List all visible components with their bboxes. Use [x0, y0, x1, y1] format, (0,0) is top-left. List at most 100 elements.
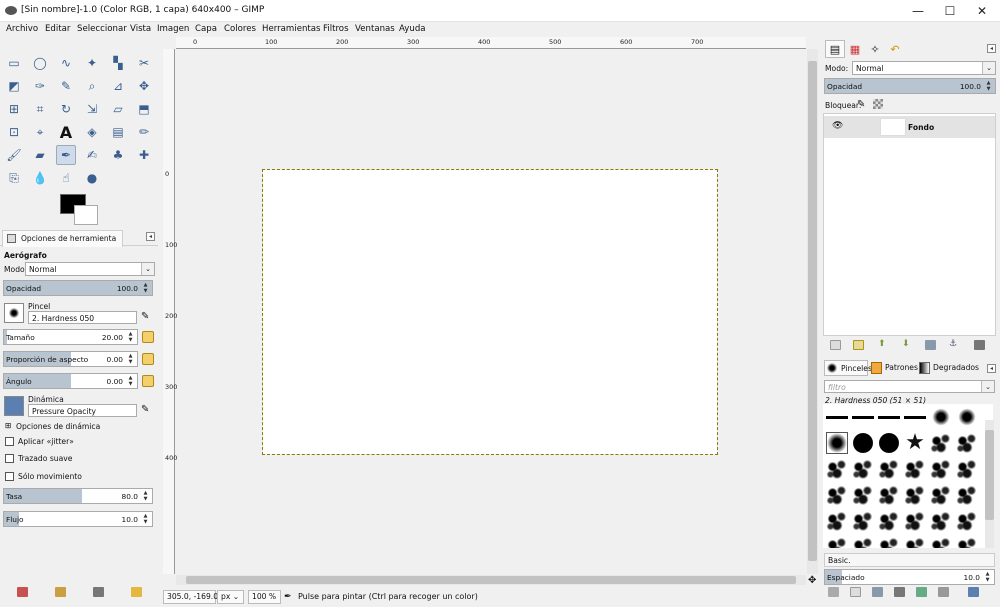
menu-filtros[interactable]: Filtros: [323, 24, 349, 34]
crop-icon[interactable]: ⌗: [30, 99, 50, 119]
close-button[interactable]: ✕: [966, 0, 998, 22]
panel-menu-icon[interactable]: ◂: [146, 232, 155, 241]
background-color-swatch[interactable]: [74, 205, 98, 225]
brush-thumbnail[interactable]: [852, 484, 874, 506]
rate-spin-icon[interactable]: ▲ ▼: [141, 490, 150, 502]
brush-thumbnail[interactable]: [956, 406, 978, 428]
brush-thumbnail[interactable]: [878, 458, 900, 480]
anchor-layer-icon[interactable]: ⚓: [949, 339, 957, 349]
brush-thumbnail[interactable]: [878, 406, 900, 428]
brush-as-image-icon[interactable]: [938, 587, 949, 597]
maximize-button[interactable]: ☐: [934, 0, 966, 22]
brush-thumbnail[interactable]: [826, 432, 848, 454]
menu-imagen[interactable]: Imagen: [157, 24, 189, 34]
brush-grid-scroll-thumb[interactable]: [985, 430, 994, 520]
angle-slider[interactable]: Ángulo 0.00 ▲ ▼: [3, 373, 138, 389]
pencil-icon[interactable]: ✏: [134, 122, 154, 142]
edit-brush-icon[interactable]: [828, 587, 839, 597]
flow-slider[interactable]: Flujo 10.0 ▲ ▼: [3, 511, 153, 527]
paintbrush-icon[interactable]: 🖌: [4, 145, 24, 165]
perspective-icon[interactable]: ⬒: [134, 99, 154, 119]
opacity-slider[interactable]: Opacidad 100.0 ▲ ▼: [3, 280, 153, 296]
brush-thumbnail[interactable]: [904, 536, 926, 548]
brush-thumbnail[interactable]: [956, 432, 978, 454]
undo-history-tab-icon[interactable]: ↶: [885, 40, 905, 58]
jitter-checkbox[interactable]: [5, 437, 14, 446]
brush-thumbnail[interactable]: [852, 510, 874, 532]
expander-plus-icon[interactable]: ⊞: [5, 421, 11, 430]
brush-thumbnail[interactable]: [904, 484, 926, 506]
brush-thumbnail[interactable]: [930, 406, 952, 428]
lock-alpha-icon[interactable]: [873, 99, 883, 109]
brush-thumbnail[interactable]: [878, 510, 900, 532]
edit-dynamics-icon[interactable]: ✎: [141, 404, 149, 415]
brush-thumbnail[interactable]: [852, 536, 874, 548]
aspect-ratio-slider[interactable]: Proporción de aspecto 0.00 ▲ ▼: [3, 351, 138, 367]
mypaint-brush-icon[interactable]: ♣: [108, 145, 128, 165]
layer-opacity-spin-icon[interactable]: ▲ ▼: [984, 80, 993, 92]
tab-patterns[interactable]: Patrones: [870, 360, 918, 376]
brush-thumbnail[interactable]: [930, 432, 952, 454]
save-options-icon[interactable]: [17, 587, 28, 597]
raise-layer-icon[interactable]: ⬆: [878, 339, 886, 349]
brush-thumbnail[interactable]: [826, 458, 848, 480]
lock-pixels-icon[interactable]: ✎: [857, 99, 865, 110]
menu-ventanas[interactable]: Ventanas: [355, 24, 395, 34]
zoom-select[interactable]: 100 %: [248, 590, 281, 604]
color-picker-icon[interactable]: ✎: [56, 76, 76, 96]
layers-tab-icon[interactable]: ▤: [825, 40, 845, 58]
new-brush-icon[interactable]: [850, 587, 861, 597]
brush-thumbnail[interactable]: [956, 458, 978, 480]
refresh-brushes-icon[interactable]: [916, 587, 927, 597]
new-layer-icon[interactable]: [830, 340, 841, 350]
edit-brush-icon[interactable]: ✎: [141, 311, 149, 322]
vertical-ruler[interactable]: 0 100 200 300 400: [163, 49, 177, 574]
paths-icon[interactable]: ✑: [30, 76, 50, 96]
brush-thumbnail[interactable]: [878, 432, 900, 454]
layer-row[interactable]: 👁 Fondo: [824, 116, 995, 138]
ink-icon[interactable]: ✍: [82, 145, 102, 165]
smooth-stroke-checkbox[interactable]: [5, 454, 14, 463]
open-brush-editor-icon[interactable]: [968, 587, 979, 597]
brush-preview[interactable]: [4, 303, 24, 323]
menu-herramientas[interactable]: Herramientas: [262, 24, 321, 34]
brush-thumbnail[interactable]: [878, 536, 900, 548]
heal-icon[interactable]: ✚: [134, 145, 154, 165]
brush-thumbnail[interactable]: [930, 510, 952, 532]
brush-thumbnail[interactable]: [930, 458, 952, 480]
clone-icon[interactable]: ⎘: [4, 168, 24, 188]
brush-thumbnail[interactable]: [930, 484, 952, 506]
new-group-icon[interactable]: [853, 340, 864, 350]
brush-preset-field[interactable]: Basic.: [824, 553, 995, 567]
dynamics-options-expander[interactable]: Opciones de dinámica: [16, 422, 100, 431]
airbrush-icon[interactable]: ✒: [56, 145, 76, 165]
opacity-spin-icon[interactable]: ▲ ▼: [141, 282, 150, 294]
tab-gradients[interactable]: Degradados: [918, 360, 979, 376]
channels-tab-icon[interactable]: ▦: [845, 40, 865, 58]
rect-select-icon[interactable]: ▭: [4, 53, 24, 73]
delete-options-icon[interactable]: [93, 587, 104, 597]
tab-tool-options[interactable]: Opciones de herramienta: [2, 230, 124, 247]
horizontal-scrollbar[interactable]: [176, 575, 806, 585]
brush-thumbnail[interactable]: [904, 510, 926, 532]
duplicate-layer-icon[interactable]: [925, 340, 936, 350]
unit-select[interactable]: px ⌄: [217, 590, 244, 604]
menu-editar[interactable]: Editar: [45, 24, 70, 34]
menu-ayuda[interactable]: Ayuda: [399, 24, 426, 34]
bucket-fill-icon[interactable]: ◈: [82, 122, 102, 142]
brush-thumbnail[interactable]: [826, 484, 848, 506]
menu-capa[interactable]: Capa: [195, 24, 217, 34]
reset-size-icon[interactable]: [142, 331, 154, 343]
brush-thumbnail[interactable]: [904, 406, 926, 428]
mode-select[interactable]: Normal ⌄: [25, 262, 155, 276]
move-icon[interactable]: ✥: [134, 76, 154, 96]
text-icon[interactable]: A: [56, 122, 76, 142]
vertical-scrollbar[interactable]: [807, 49, 818, 574]
measure-icon[interactable]: ⊿: [108, 76, 128, 96]
rate-slider[interactable]: Tasa 80.0 ▲ ▼: [3, 488, 153, 504]
unified-transform-icon[interactable]: ⊡: [4, 122, 24, 142]
brush-thumbnail[interactable]: [878, 484, 900, 506]
brushes-menu-icon[interactable]: ◂: [987, 364, 996, 373]
vertical-scroll-thumb[interactable]: [808, 61, 817, 561]
brush-thumbnail[interactable]: [826, 510, 848, 532]
